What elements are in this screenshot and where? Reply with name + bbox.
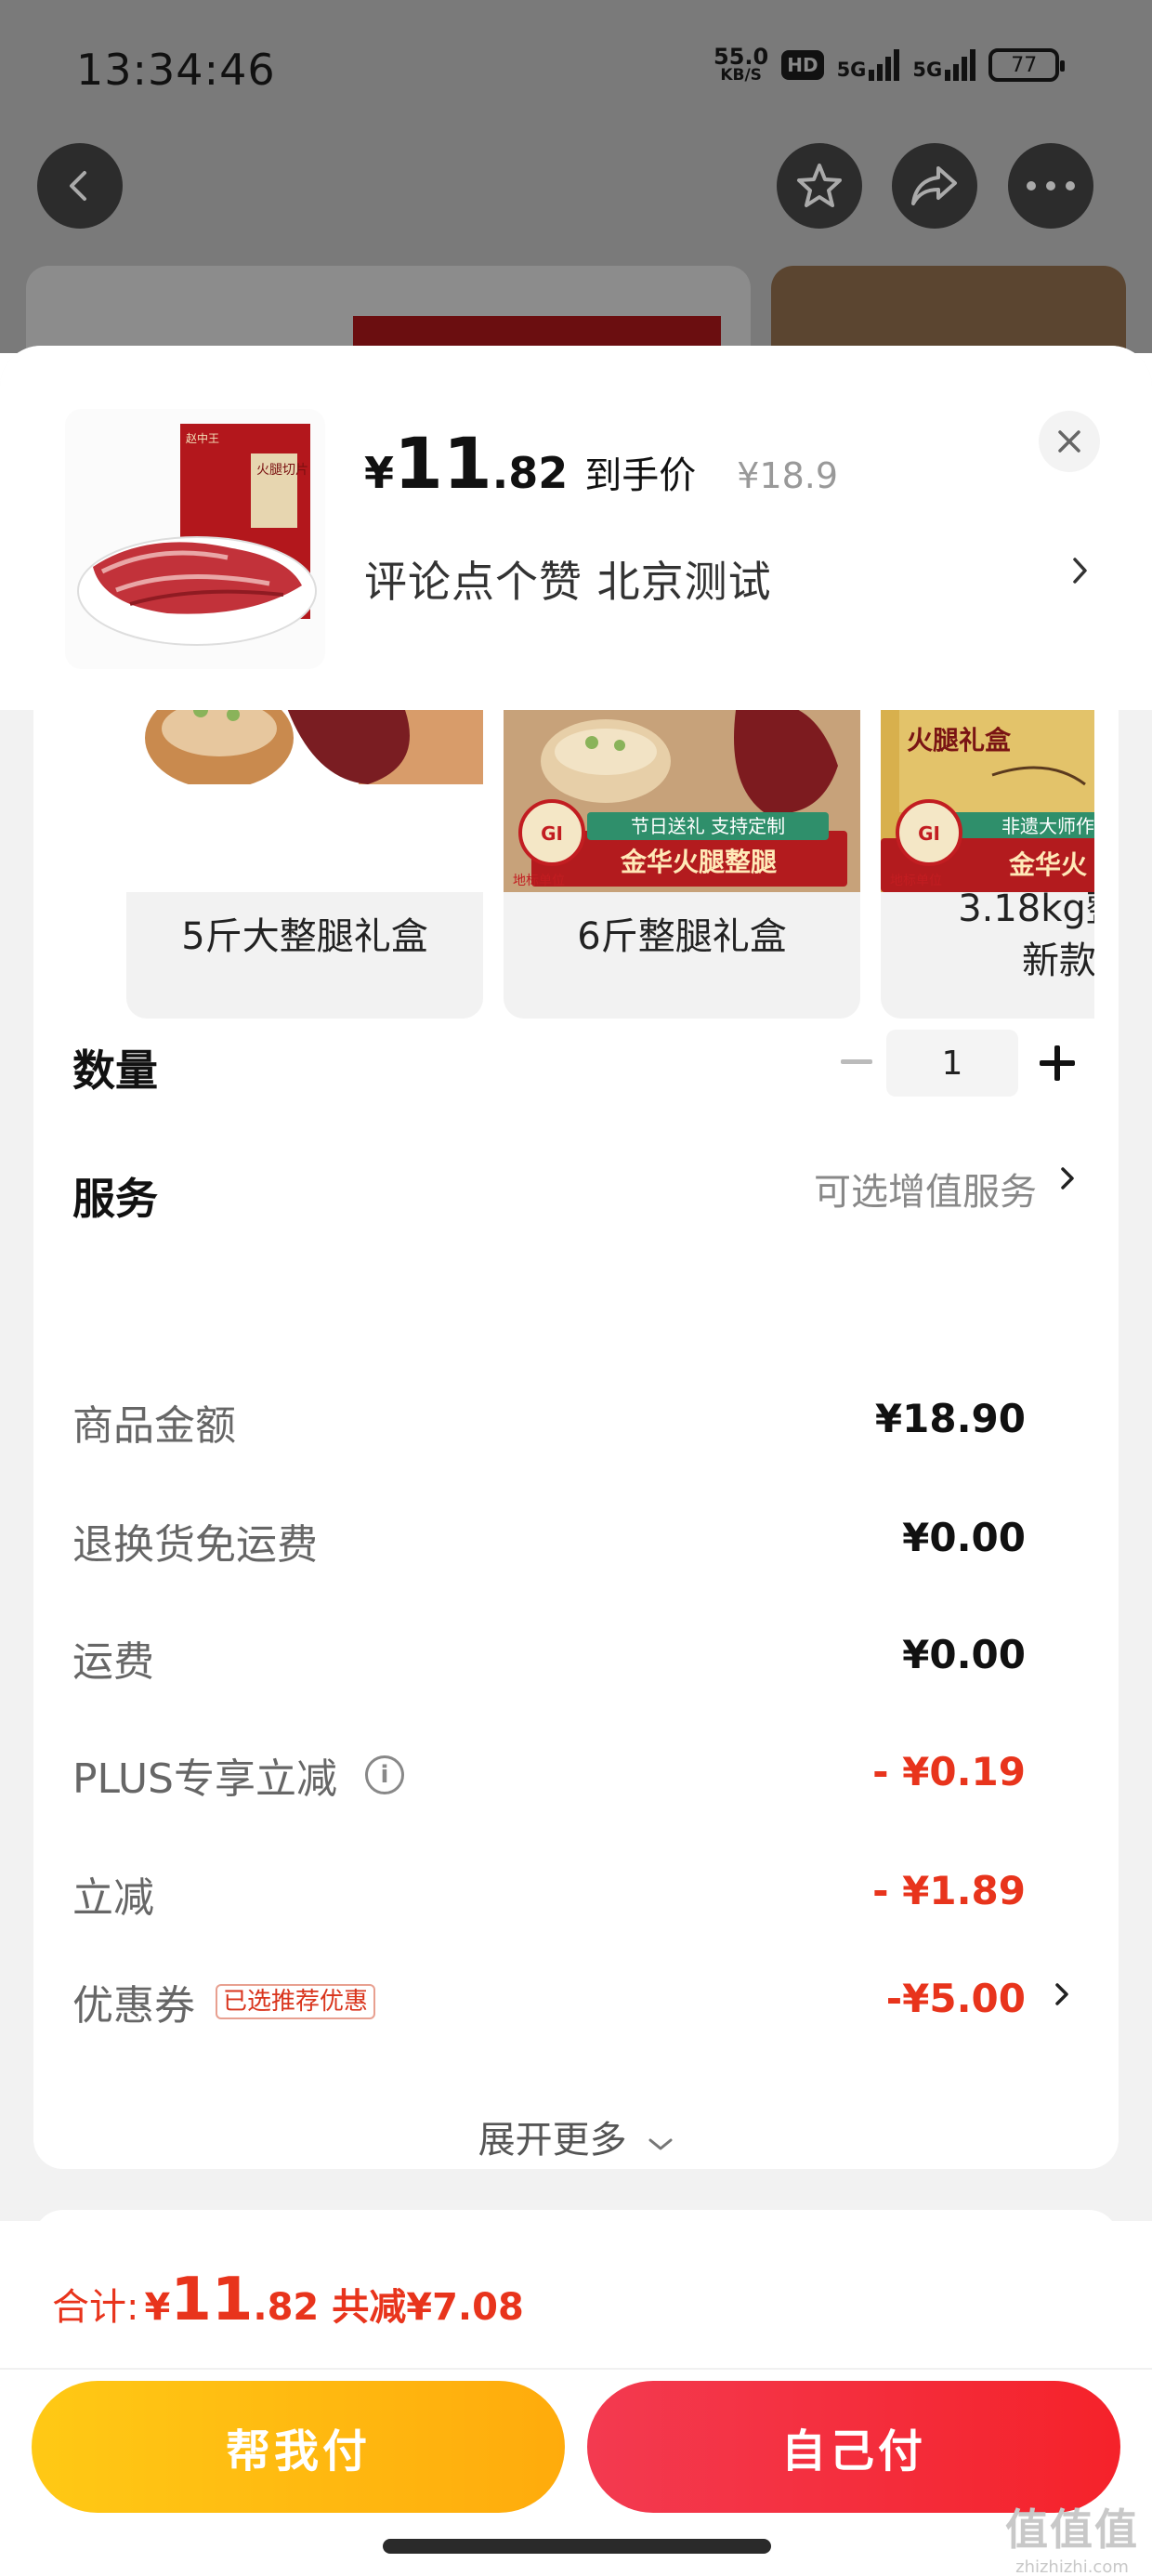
detail-value: -¥5.00 <box>885 1976 1026 2021</box>
total-label: 合计: <box>52 2286 139 2329</box>
back-button[interactable] <box>37 143 123 229</box>
variant-option[interactable]: 火腿礼盒 GI 非遗大师作 金华火 地标单位 3.18kg整腿 新款 <box>881 710 1094 1019</box>
quantity-input[interactable]: 1 <box>886 1030 1018 1097</box>
variant-label: 3.18kg整腿 新款 <box>958 887 1094 982</box>
quantity-increase-button[interactable] <box>1029 1030 1085 1097</box>
quantity-label: 数量 <box>72 1045 158 1096</box>
detail-label: 立减 <box>72 1874 154 1922</box>
service-hint[interactable]: 可选增值服务 <box>814 1162 1037 1216</box>
status-bar: 13:34:46 55.0 KB/S HD 5G 5G 77 <box>0 0 1152 130</box>
home-indicator[interactable] <box>383 2539 771 2554</box>
thumb-brand-text: 赵中王 <box>186 431 219 445</box>
detail-row-shipping: 运费 ¥0.00 <box>72 1621 1080 1695</box>
network-speed: 55.0 KB/S <box>713 44 769 85</box>
detail-label: 商品金额 <box>72 1402 236 1450</box>
selected-spec[interactable]: 评论点个赞 北京测试 <box>364 548 772 610</box>
variant-seal-text: 地标单位 <box>513 874 565 888</box>
close-button[interactable] <box>1039 411 1100 472</box>
original-price: ¥18.9 <box>737 455 839 496</box>
sheet-header: 火腿切片 赵中王 ¥ 11 .82 到手价 ¥18.9 评论点个赞 北京测试 <box>0 346 1152 710</box>
more-button[interactable] <box>1008 143 1093 229</box>
price-symbol: ¥ <box>364 448 395 498</box>
detail-row-instant-discount: 立减 - ¥1.89 <box>72 1857 1080 1931</box>
variant-banner-top: 节日送礼 支持定制 <box>631 815 785 837</box>
variant-label: 5斤大整腿礼盒 <box>181 915 428 958</box>
total-summary: 合计: ¥ 11 .82 共减¥7.08 <box>52 2266 524 2334</box>
price-tag: 到手价 <box>584 454 697 497</box>
price-row: ¥ 11 .82 到手价 ¥18.9 <box>364 422 838 505</box>
product-thumbnail[interactable]: 火腿切片 赵中王 <box>65 409 325 669</box>
total-symbol: ¥ <box>144 2286 171 2329</box>
detail-label: 运费 <box>72 1638 154 1686</box>
hd-icon: HD <box>781 50 824 80</box>
status-time: 13:34:46 <box>76 45 276 95</box>
help-pay-button[interactable]: 帮我付 <box>32 2381 565 2513</box>
detail-row-coupon[interactable]: 优惠券 已选推荐优惠 -¥5.00 <box>72 1965 1080 2039</box>
plus-icon <box>1040 1045 1075 1081</box>
detail-value: ¥0.00 <box>902 1515 1026 1560</box>
detail-value: ¥18.90 <box>874 1396 1026 1441</box>
minus-icon <box>841 1059 872 1064</box>
detail-value: - ¥1.89 <box>872 1868 1026 1913</box>
chevron-down-icon <box>648 2138 673 2150</box>
background-product-card-2 <box>771 266 1126 353</box>
checkout-bar: 合计: ¥ 11 .82 共减¥7.08 帮我付 自己付 值值值 zhizhiz… <box>0 2221 1152 2576</box>
coupon-badge: 已选推荐优惠 <box>216 1984 376 2019</box>
detail-value: ¥0.00 <box>902 1632 1026 1677</box>
product-image: 火腿切片 赵中王 <box>65 409 325 669</box>
detail-label: 优惠券 已选推荐优惠 <box>72 1972 376 2031</box>
thumb-title-text: 火腿切片 <box>256 463 308 478</box>
gi-logo-text: GI <box>918 822 940 845</box>
service-label: 服务 <box>72 1174 158 1224</box>
variant-image <box>126 710 483 892</box>
self-pay-button[interactable]: 自己付 <box>587 2381 1120 2513</box>
share-button[interactable] <box>892 143 977 229</box>
quantity-decrease-button[interactable] <box>829 1030 884 1095</box>
battery-icon: 77 <box>988 48 1066 82</box>
gi-logo-text: GI <box>541 822 563 845</box>
variant-option[interactable]: GI 节日送礼 支持定制 金华火腿整腿 地标单位 6斤整腿礼盒 <box>504 710 860 1019</box>
price-detail-card: 商品金额 ¥18.90 退换货免运费 ¥0.00 运费 ¥0.00 PLUS专享… <box>33 1333 1119 2169</box>
share-icon <box>911 166 957 205</box>
detail-value: - ¥0.19 <box>872 1749 1026 1794</box>
detail-row-return-shipping: 退换货免运费 ¥0.00 <box>72 1504 1080 1578</box>
chevron-right-icon[interactable] <box>1070 552 1091 589</box>
chevron-right-icon[interactable] <box>1054 1976 1072 2013</box>
background-page: 13:34:46 55.0 KB/S HD 5G 5G 77 <box>0 0 1152 353</box>
variant-banner-main: 金华火腿整腿 <box>620 847 777 877</box>
variant-image: GI 节日送礼 支持定制 金华火腿整腿 地标单位 <box>504 710 860 892</box>
chevron-right-icon[interactable] <box>1059 1160 1078 1197</box>
detail-row-plus-discount: PLUS专享立减 i - ¥0.19 <box>72 1738 1080 1812</box>
variant-list[interactable]: 5斤大整腿礼盒 GI 节日送礼 支持定制 金华火腿整腿 地标单位 6斤整腿礼盒 … <box>91 710 1094 1019</box>
variant-label: 6斤整腿礼盒 <box>577 915 787 958</box>
variant-option[interactable]: 5斤大整腿礼盒 <box>126 710 483 1019</box>
total-discount: 共减¥7.08 <box>332 2286 524 2329</box>
status-icons: 55.0 KB/S HD 5G 5G 77 <box>713 44 1066 85</box>
signal-icon: 5G <box>837 49 900 81</box>
price-decimal: .82 <box>491 448 569 498</box>
watermark: 值值值 zhizhizhi.com <box>1005 2504 1139 2576</box>
star-icon <box>797 164 842 207</box>
more-dots-icon <box>1027 181 1075 191</box>
variant-banner-top: 非遗大师作 <box>1001 815 1094 837</box>
chevron-left-icon <box>70 171 86 201</box>
close-icon <box>1058 430 1080 453</box>
expand-more-button[interactable]: 展开更多 <box>33 2109 1119 2163</box>
total-decimal: .82 <box>253 2286 320 2329</box>
detail-row-subtotal: 商品金额 ¥18.90 <box>72 1385 1080 1459</box>
total-integer: 11 <box>170 2266 254 2334</box>
signal-icon-2: 5G <box>912 49 976 81</box>
variant-image: 火腿礼盒 GI 非遗大师作 金华火 地标单位 <box>881 710 1094 892</box>
favorite-button[interactable] <box>777 143 862 229</box>
detail-label: PLUS专享立减 i <box>72 1745 404 1805</box>
info-icon[interactable]: i <box>365 1755 404 1794</box>
variant-box-text: 火腿礼盒 <box>907 725 1012 756</box>
detail-label: 退换货免运费 <box>72 1521 318 1569</box>
divider <box>0 2368 1152 2370</box>
price-integer: 11 <box>394 422 492 505</box>
variant-banner-main: 金华火 <box>1008 849 1087 880</box>
